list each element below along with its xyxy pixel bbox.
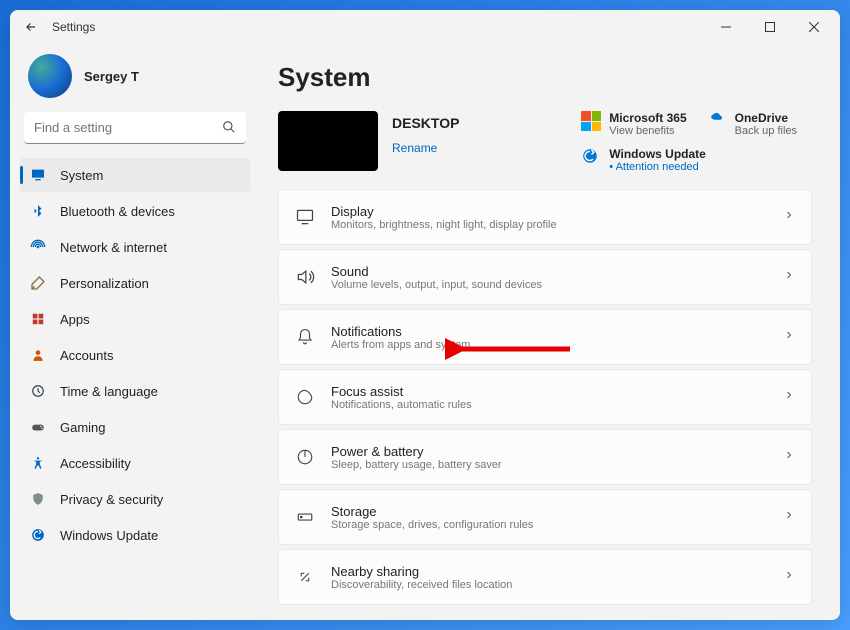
- chevron-right-icon: [783, 328, 795, 346]
- row-subtitle: Storage space, drives, configuration rul…: [331, 519, 767, 531]
- network-icon: [30, 239, 46, 255]
- setting-row-power[interactable]: Power & batterySleep, battery usage, bat…: [278, 429, 812, 485]
- sidebar-item-label: System: [60, 168, 103, 183]
- row-title: Storage: [331, 504, 767, 519]
- sidebar-item-label: Windows Update: [60, 528, 158, 543]
- avatar: [28, 54, 72, 98]
- sidebar-item-label: Time & language: [60, 384, 158, 399]
- sidebar-item-gaming[interactable]: Gaming: [20, 410, 250, 444]
- setting-row-sound[interactable]: SoundVolume levels, output, input, sound…: [278, 249, 812, 305]
- sidebar-item-bluetooth[interactable]: Bluetooth & devices: [20, 194, 250, 228]
- row-subtitle: Alerts from apps and system: [331, 339, 767, 351]
- accessibility-icon: [30, 455, 46, 471]
- setting-row-nearby[interactable]: Nearby sharingDiscoverability, received …: [278, 549, 812, 605]
- sidebar-item-label: Personalization: [60, 276, 149, 291]
- minimize-button[interactable]: [704, 12, 748, 42]
- search-wrap: [24, 112, 246, 144]
- chevron-right-icon: [783, 568, 795, 586]
- device-info: DESKTOP Rename: [392, 111, 459, 155]
- settings-list: DisplayMonitors, brightness, night light…: [278, 189, 812, 605]
- search-input[interactable]: [24, 112, 246, 144]
- nav-list: System Bluetooth & devices Network & inter…: [20, 158, 250, 552]
- chevron-right-icon: [783, 388, 795, 406]
- setting-row-notifications[interactable]: NotificationsAlerts from apps and system: [278, 309, 812, 365]
- sidebar-item-accounts[interactable]: Accounts: [20, 338, 250, 372]
- main-content: System DESKTOP Rename Microsoft 365View …: [260, 44, 840, 620]
- row-title: Nearby sharing: [331, 564, 767, 579]
- device-hero: DESKTOP Rename Microsoft 365View benefit…: [278, 111, 812, 173]
- setting-row-display[interactable]: DisplayMonitors, brightness, night light…: [278, 189, 812, 245]
- promo-windows-update[interactable]: Windows UpdateAttention needed: [581, 147, 812, 173]
- sidebar-item-update[interactable]: Windows Update: [20, 518, 250, 552]
- focus-icon: [295, 387, 315, 407]
- setting-row-storage[interactable]: StorageStorage space, drives, configurat…: [278, 489, 812, 545]
- privacy-icon: [30, 491, 46, 507]
- storage-icon: [295, 507, 315, 527]
- maximize-button[interactable]: [748, 12, 792, 42]
- device-name: DESKTOP: [392, 115, 459, 131]
- row-title: Focus assist: [331, 384, 767, 399]
- hero-promos: Microsoft 365View benefits OneDriveBack …: [581, 111, 812, 173]
- sidebar-item-time[interactable]: Time & language: [20, 374, 250, 408]
- row-subtitle: Discoverability, received files location: [331, 579, 767, 591]
- settings-window: Settings Sergey T System Bluetooth & devi…: [10, 10, 840, 620]
- promo-onedrive[interactable]: OneDriveBack up files: [707, 111, 812, 137]
- setting-row-focus[interactable]: Focus assistNotifications, automatic rul…: [278, 369, 812, 425]
- window-controls: [704, 12, 836, 42]
- chevron-right-icon: [783, 208, 795, 226]
- windows-update-icon: [581, 147, 601, 167]
- apps-icon: [30, 311, 46, 327]
- user-name: Sergey T: [84, 69, 139, 84]
- sidebar-item-label: Privacy & security: [60, 492, 163, 507]
- user-account-row[interactable]: Sergey T: [20, 44, 250, 112]
- device-thumbnail: [278, 111, 378, 171]
- row-subtitle: Volume levels, output, input, sound devi…: [331, 279, 767, 291]
- time-icon: [30, 383, 46, 399]
- gaming-icon: [30, 419, 46, 435]
- sidebar-item-personalization[interactable]: Personalization: [20, 266, 250, 300]
- sidebar-item-label: Apps: [60, 312, 90, 327]
- sidebar-item-system[interactable]: System: [20, 158, 250, 192]
- sidebar-item-label: Network & internet: [60, 240, 167, 255]
- nearby-icon: [295, 567, 315, 587]
- notifications-icon: [295, 327, 315, 347]
- system-icon: [30, 167, 46, 183]
- close-button[interactable]: [792, 12, 836, 42]
- search-icon: [222, 120, 236, 139]
- window-title: Settings: [52, 20, 95, 34]
- row-subtitle: Monitors, brightness, night light, displ…: [331, 219, 767, 231]
- sidebar-item-label: Bluetooth & devices: [60, 204, 175, 219]
- page-title: System: [278, 62, 812, 93]
- sidebar-item-label: Accessibility: [60, 456, 131, 471]
- sidebar-item-label: Accounts: [60, 348, 113, 363]
- row-title: Sound: [331, 264, 767, 279]
- chevron-right-icon: [783, 268, 795, 286]
- chevron-right-icon: [783, 448, 795, 466]
- sidebar-item-label: Gaming: [60, 420, 106, 435]
- row-title: Notifications: [331, 324, 767, 339]
- row-subtitle: Sleep, battery usage, battery saver: [331, 459, 767, 471]
- back-button[interactable]: [14, 10, 48, 44]
- chevron-right-icon: [783, 508, 795, 526]
- sidebar-item-privacy[interactable]: Privacy & security: [20, 482, 250, 516]
- bluetooth-icon: [30, 203, 46, 219]
- sidebar: Sergey T System Bluetooth & devices Networ…: [10, 44, 260, 620]
- row-title: Display: [331, 204, 767, 219]
- row-title: Power & battery: [331, 444, 767, 459]
- sidebar-item-accessibility[interactable]: Accessibility: [20, 446, 250, 480]
- update-icon: [30, 527, 46, 543]
- sound-icon: [295, 267, 315, 287]
- titlebar: Settings: [10, 10, 840, 44]
- display-icon: [295, 207, 315, 227]
- microsoft365-icon: [581, 111, 601, 131]
- sidebar-item-network[interactable]: Network & internet: [20, 230, 250, 264]
- accounts-icon: [30, 347, 46, 363]
- power-icon: [295, 447, 315, 467]
- sidebar-item-apps[interactable]: Apps: [20, 302, 250, 336]
- onedrive-icon: [707, 111, 727, 131]
- rename-link[interactable]: Rename: [392, 141, 459, 155]
- promo-microsoft365[interactable]: Microsoft 365View benefits: [581, 111, 686, 137]
- row-subtitle: Notifications, automatic rules: [331, 399, 767, 411]
- personalization-icon: [30, 275, 46, 291]
